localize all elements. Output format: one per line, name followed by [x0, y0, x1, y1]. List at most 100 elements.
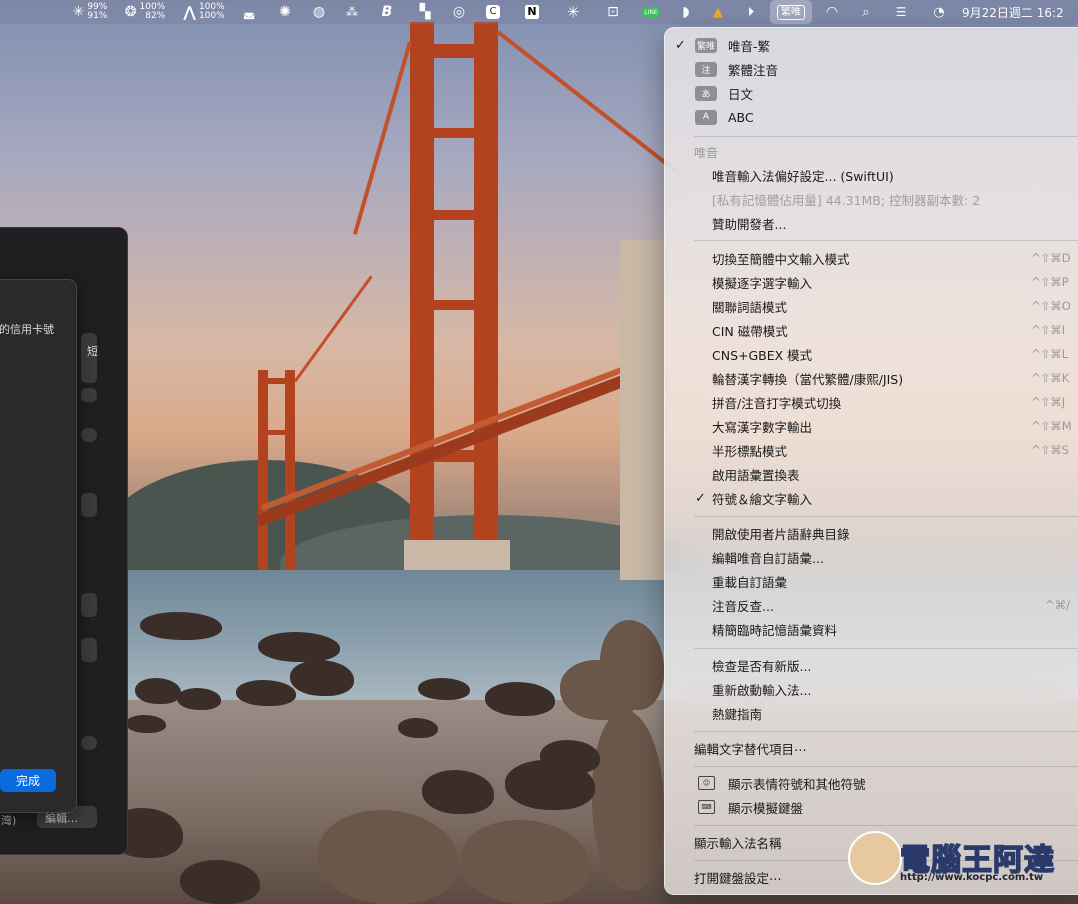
menu-item-mode[interactable]: 關聯詞語模式 ^⇧⌘O	[665, 295, 1078, 317]
timemachine-icon[interactable]: ◔	[930, 0, 948, 24]
play-icon[interactable]: ⏵	[742, 0, 760, 24]
network-bottom: 100%	[198, 11, 225, 21]
watermark-url: http://www.kocpc.com.tw	[900, 872, 1044, 883]
menu-item-label: 精簡臨時記憶語彙資料	[712, 622, 838, 638]
menu-item-label: 符號＆繪文字輸入	[712, 491, 813, 507]
menu-item-mode[interactable]: 輪替漢字轉換（當代繁體/康熙/JIS) ^⇧⌘K	[665, 367, 1078, 389]
shortcut-label: ^⇧⌘M	[1031, 419, 1072, 433]
line-icon[interactable]: LINE	[641, 0, 661, 24]
shortcut-label: ^⇧⌘O	[1031, 299, 1071, 313]
search-icon[interactable]: ⌕	[857, 0, 875, 24]
shortcut-label: ^⇧⌘I	[1031, 323, 1066, 337]
menu-separator	[694, 240, 1078, 241]
menu-item-mode[interactable]: 半形標點模式 ^⇧⌘S	[665, 439, 1078, 461]
menu-item-mode[interactable]: 大寫漢字數字輸出 ^⇧⌘M	[665, 415, 1078, 437]
checkmark-icon: ✓	[695, 490, 706, 506]
menu-item-user-tool[interactable]: 重載自訂語彙	[665, 570, 1078, 592]
menu-item-label: 熱鍵指南	[712, 706, 763, 722]
shortcut-label: ^⇧⌘P	[1031, 275, 1069, 289]
control-center-icon[interactable]: ☰	[892, 0, 910, 24]
chatgpt-icon[interactable]: ✺	[276, 0, 294, 24]
menu-item-input-source[interactable]: ✓ 繁唯 唯音-繁	[665, 34, 1078, 56]
menu-item-mode[interactable]: ✓ 符號＆繪文字輸入	[665, 487, 1078, 509]
menu-item-label: 切換至簡體中文輸入模式	[712, 251, 850, 267]
menu-item-label: CIN 磁帶模式	[712, 323, 788, 339]
menu-item-mode[interactable]: CIN 磁帶模式 ^⇧⌘I	[665, 319, 1078, 341]
menu-item-user-tool[interactable]: 注音反查... ^⌘/	[665, 594, 1078, 616]
menu-item-label: 顯示表情符號和其他符號	[728, 776, 866, 792]
done-button[interactable]: 完成	[0, 769, 56, 792]
menu-item-preferences[interactable]: 唯音輸入法偏好設定... (SwiftUI)	[665, 164, 1078, 186]
menu-separator	[694, 766, 1078, 767]
menu-item-label: 顯示模擬鍵盤	[728, 800, 804, 816]
menu-item-edit-text-replacement[interactable]: 編輯文字替代項目⋯	[665, 737, 1078, 759]
menu-item-label: 重載自訂語彙	[712, 574, 788, 590]
memory-icon: ❂	[124, 4, 137, 20]
shortcut-label: ^⇧⌘D	[1031, 251, 1071, 265]
menu-item-label: 贊助開發者...	[712, 216, 787, 232]
vpn-icon[interactable]: ◍	[310, 0, 328, 24]
bear-icon[interactable]: B	[378, 0, 396, 24]
menu-item-app-tool[interactable]: 重新啟動輸入法...	[665, 678, 1078, 700]
menu-item-mode[interactable]: CNS+GBEX 模式 ^⇧⌘L	[665, 343, 1078, 365]
network-stat[interactable]: ⋀ 100% 100%	[178, 0, 230, 24]
checkmark-icon: ✓	[675, 37, 686, 53]
region-label: 灣)	[1, 814, 17, 827]
star-icon[interactable]: ✳	[564, 0, 582, 24]
memory-bottom: 82%	[145, 11, 166, 21]
airplay-icon[interactable]: ◗	[677, 0, 695, 24]
menu-item-mode[interactable]: 拼音/注音打字模式切換 ^⇧⌘J	[665, 391, 1078, 413]
menu-item-label: 顯示輸入法名稱	[694, 835, 782, 851]
menu-item-user-tool[interactable]: 開啟使用者片語辭典目錄	[665, 522, 1078, 544]
shortcut-label: ^⇧⌘S	[1031, 443, 1070, 457]
menu-item-input-source[interactable]: 注 繁體注音	[665, 58, 1078, 80]
menu-separator	[694, 136, 1078, 137]
menu-item-show-keyboard[interactable]: ⌨ 顯示模擬鍵盤	[665, 796, 1078, 818]
menu-item-input-source[interactable]: あ 日文	[665, 82, 1078, 104]
screenshot-icon[interactable]: ⊡	[604, 0, 622, 24]
menu-item-sponsor[interactable]: 贊助開發者...	[665, 212, 1078, 234]
ime-indicator[interactable]: 繁唯	[770, 0, 812, 24]
menu-item-label: 打開鍵盤設定⋯	[694, 870, 782, 886]
menu-item-label: 檢查是否有新版...	[712, 658, 812, 674]
clipboard-icon[interactable]: C	[484, 0, 502, 24]
dropbox-icon[interactable]: ⁂	[343, 0, 361, 24]
section-header: 唯音	[694, 146, 719, 160]
menu-item-label: 編輯唯音自訂語彙...	[712, 550, 824, 566]
menu-item-label: 唯音輸入法偏好設定... (SwiftUI)	[712, 168, 894, 184]
sheet-dialog: 的信用卡號	[0, 279, 77, 813]
network-icon: ⋀	[183, 3, 196, 21]
emoji-keyboard-icon: ☺	[698, 776, 715, 790]
wifi-icon[interactable]: ◠	[823, 0, 841, 24]
menu-separator	[694, 648, 1078, 649]
menu-item-mode[interactable]: 模擬逐字選字輸入 ^⇧⌘P	[665, 271, 1078, 293]
menu-item-user-tool[interactable]: 編輯唯音自訂語彙...	[665, 546, 1078, 568]
menu-item-label: 輪替漢字轉換（當代繁體/康熙/JIS)	[712, 371, 904, 387]
grid-icon[interactable]: ▚	[416, 0, 434, 24]
input-method-menu: ✓ 繁唯 唯音-繁 注 繁體注音 あ 日文 A ABC 唯音 唯音輸入法偏好設定…	[664, 27, 1078, 895]
memory-stat[interactable]: ❂ 100% 82%	[119, 0, 171, 24]
cpu-stat[interactable]: ✳ 99% 91%	[68, 0, 112, 24]
app-icon[interactable]: ◛	[240, 0, 258, 24]
menu-item-show-emoji[interactable]: ☺ 顯示表情符號和其他符號	[665, 772, 1078, 794]
radar-icon[interactable]: ◎	[450, 0, 468, 24]
card-number-label: 的信用卡號	[0, 323, 54, 336]
menu-item-app-tool[interactable]: 檢查是否有新版...	[665, 654, 1078, 676]
short-label: 短	[87, 345, 98, 358]
menu-item-label: 拼音/注音打字模式切換	[712, 395, 842, 411]
notion-icon[interactable]: N	[523, 0, 541, 24]
datetime[interactable]: 9月22日週二 16:2	[962, 0, 1078, 24]
vlc-icon[interactable]: ▲	[709, 0, 727, 24]
menu-item-user-tool[interactable]: 精簡臨時記憶語彙資料	[665, 618, 1078, 640]
menu-item-mode[interactable]: 切換至簡體中文輸入模式 ^⇧⌘D	[665, 247, 1078, 269]
menu-bar: ✳ 99% 91% ❂ 100% 82% ⋀ 100% 100% ◛ ✺ ◍ ⁂ B …	[0, 0, 1078, 24]
menu-item-label: 關聯詞語模式	[712, 299, 788, 315]
input-source-badge: あ	[695, 85, 717, 101]
menu-item-app-tool[interactable]: 熱鍵指南	[665, 702, 1078, 724]
menu-separator	[694, 825, 1078, 826]
menu-item-input-source[interactable]: A ABC	[665, 106, 1078, 128]
input-source-badge: A	[695, 109, 717, 125]
shortcut-label: ^⇧⌘J	[1031, 395, 1066, 409]
input-source-label: 唯音-繁	[728, 38, 771, 54]
menu-item-mode[interactable]: 啟用語彙置換表	[665, 463, 1078, 485]
